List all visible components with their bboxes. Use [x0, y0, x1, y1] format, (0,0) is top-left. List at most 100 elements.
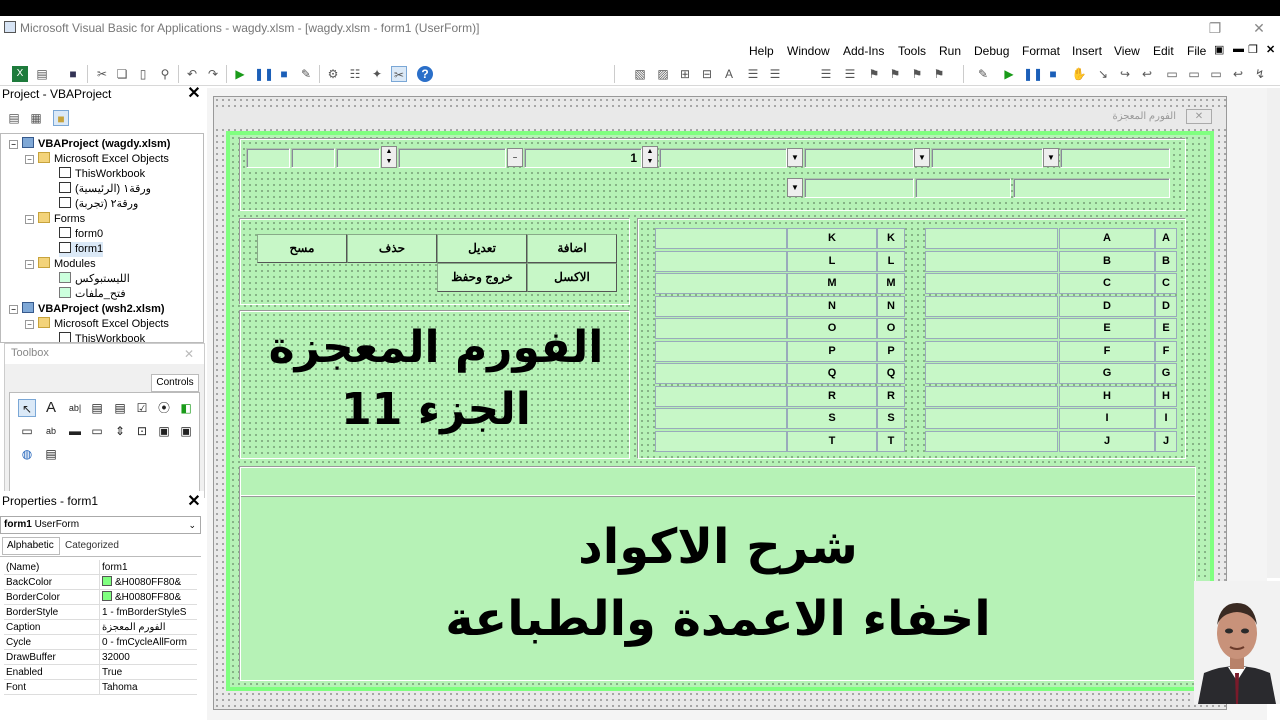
tab-categorized[interactable]: Categorized	[62, 538, 124, 555]
tree-node[interactable]: ورقة١ (الرئيسية)	[59, 182, 151, 197]
grid-input-cell[interactable]	[655, 295, 787, 317]
design-mode-icon[interactable]: ✎	[298, 66, 314, 82]
mdi-restore-icon[interactable]: ❐	[1248, 43, 1258, 56]
group-icon[interactable]: ⊞	[677, 66, 693, 82]
tree-node[interactable]: − VBAProject (wagdy.xlsm)	[9, 137, 170, 152]
grid-input-cell[interactable]	[925, 273, 1058, 294]
menu-help[interactable]: Help	[749, 44, 774, 58]
grid-input-cell[interactable]	[655, 385, 787, 407]
menu-view[interactable]: View	[1114, 44, 1140, 58]
grid-input-cell[interactable]	[655, 363, 787, 384]
cut-icon[interactable]: ✂	[94, 66, 110, 82]
watch-window-icon[interactable]: ▭	[1208, 66, 1224, 82]
step-out-icon[interactable]: ↩	[1139, 66, 1155, 82]
menu-insert[interactable]: Insert	[1072, 44, 1102, 58]
spinbutton-icon[interactable]: ⊡	[133, 422, 151, 440]
exit-save-button[interactable]: خروج وحفظ	[437, 263, 527, 292]
tree-node[interactable]: − Microsoft Excel Objects	[25, 152, 169, 167]
text-field[interactable]	[398, 148, 506, 168]
restore-icon[interactable]: ❐	[1200, 18, 1230, 38]
ungroup-icon[interactable]: ⊟	[699, 66, 715, 82]
tree-node[interactable]: − VBAProject (wsh2.xlsm)	[9, 302, 165, 317]
toolbox-close-icon[interactable]: ✕	[184, 347, 198, 361]
scrollbar-icon[interactable]: ⇕	[111, 422, 129, 440]
listbox-icon[interactable]: ▤	[111, 399, 129, 417]
grid-input-cell[interactable]	[925, 295, 1058, 317]
object-browser-icon[interactable]: ✦	[369, 66, 385, 82]
excel-button[interactable]: الاكسل	[527, 263, 617, 292]
align-icon[interactable]: A	[721, 66, 737, 82]
refedit-icon[interactable]: ▣	[177, 422, 195, 440]
prop-row[interactable]: Enabled True	[4, 665, 197, 680]
tree-node-selected[interactable]: form1	[59, 242, 104, 257]
tree-node[interactable]: − Modules	[25, 257, 96, 272]
combobox-icon[interactable]: ▤	[88, 399, 106, 417]
calendar-control-icon[interactable]: ▤	[42, 445, 60, 463]
save-icon[interactable]: ■	[65, 66, 81, 82]
pointer-icon[interactable]: ↖	[18, 399, 36, 417]
quick-watch-icon[interactable]: ↩	[1230, 66, 1246, 82]
toggle-breakpoint-icon[interactable]: ✋	[1071, 66, 1087, 82]
help-icon[interactable]: ?	[417, 66, 433, 82]
checkbox-icon[interactable]: ☑	[133, 399, 151, 417]
spin-button[interactable]: ▲ ▼	[381, 146, 397, 168]
option-button-icon[interactable]: ⦿	[155, 399, 173, 417]
label-icon[interactable]: A	[42, 399, 60, 417]
excel-view-icon[interactable]: X	[12, 66, 28, 82]
text-field[interactable]	[336, 148, 380, 168]
grid-input-cell[interactable]	[655, 273, 787, 294]
text-field[interactable]	[915, 178, 1011, 198]
counter-field[interactable]: 1	[524, 148, 642, 168]
text-field[interactable]	[1060, 148, 1170, 168]
chevron-down-icon[interactable]: ⌄	[188, 517, 196, 533]
command-button-icon[interactable]: ab	[42, 422, 60, 440]
reset-icon[interactable]: ■	[276, 66, 292, 82]
prev-bookmark-icon[interactable]: ⚑	[909, 66, 925, 82]
grid-input-cell[interactable]	[655, 228, 787, 249]
bring-front-icon[interactable]: ▧	[632, 66, 648, 82]
menu-window[interactable]: Window	[787, 44, 830, 58]
grid-input-cell[interactable]	[655, 430, 787, 452]
redo-icon[interactable]: ↷	[205, 66, 221, 82]
menu-format[interactable]: Format	[1022, 44, 1060, 58]
menu-edit[interactable]: Edit	[1153, 44, 1174, 58]
tab-alphabetic[interactable]: Alphabetic	[2, 537, 60, 555]
find-icon[interactable]: ⚲	[157, 66, 173, 82]
add-button[interactable]: اضافة	[527, 234, 617, 263]
clear-button[interactable]: مسح	[257, 234, 347, 263]
combo-field[interactable]	[931, 148, 1043, 168]
edit-button[interactable]: تعديل	[437, 234, 527, 263]
immediate-window-icon[interactable]: ▭	[1186, 66, 1202, 82]
combo-field[interactable]	[659, 148, 787, 168]
grid-input-cell[interactable]	[925, 250, 1058, 272]
prop-row[interactable]: (Name) form1	[4, 560, 197, 575]
send-back-icon[interactable]: ▨	[655, 66, 671, 82]
tree-node[interactable]: ThisWorkbook	[59, 332, 145, 342]
tree-node[interactable]: − Microsoft Excel Objects	[25, 317, 169, 332]
grid-input-cell[interactable]	[925, 228, 1058, 249]
menu-debug[interactable]: Debug	[974, 44, 1009, 58]
form-close-icon[interactable]: ✕	[1186, 109, 1212, 124]
combo-field[interactable]	[804, 178, 914, 198]
grid-input-cell[interactable]	[925, 340, 1058, 362]
chevron-down-icon[interactable]: ▼	[1043, 148, 1059, 167]
grid-input-cell[interactable]	[925, 318, 1058, 339]
step-over-icon[interactable]: ↪	[1117, 66, 1133, 82]
paste-icon[interactable]: ▯	[135, 66, 151, 82]
multipage-icon[interactable]: ▭	[88, 422, 106, 440]
view-code-icon[interactable]: ▤	[6, 110, 22, 126]
menu-run[interactable]: Run	[939, 44, 961, 58]
minus-button[interactable]: −	[507, 148, 523, 167]
tabstrip-icon[interactable]: ▬	[66, 422, 84, 440]
grid-input-cell[interactable]	[925, 408, 1058, 429]
tree-node[interactable]: الليستبوكس	[59, 272, 130, 287]
call-stack-icon[interactable]: ↯	[1252, 66, 1268, 82]
prop-row[interactable]: Font Tahoma	[4, 680, 197, 695]
toggle-folders-icon[interactable]: ■	[53, 110, 69, 126]
locals-window-icon[interactable]: ▭	[1164, 66, 1180, 82]
indent-icon[interactable]: ☰	[842, 66, 858, 82]
vertical-scrollbar[interactable]	[1267, 88, 1280, 578]
project-explorer-icon[interactable]: ⚙	[325, 66, 341, 82]
toggle-bookmark-icon[interactable]: ⚑	[866, 66, 882, 82]
prop-row[interactable]: BorderColor &H0080FF80&	[4, 590, 197, 605]
